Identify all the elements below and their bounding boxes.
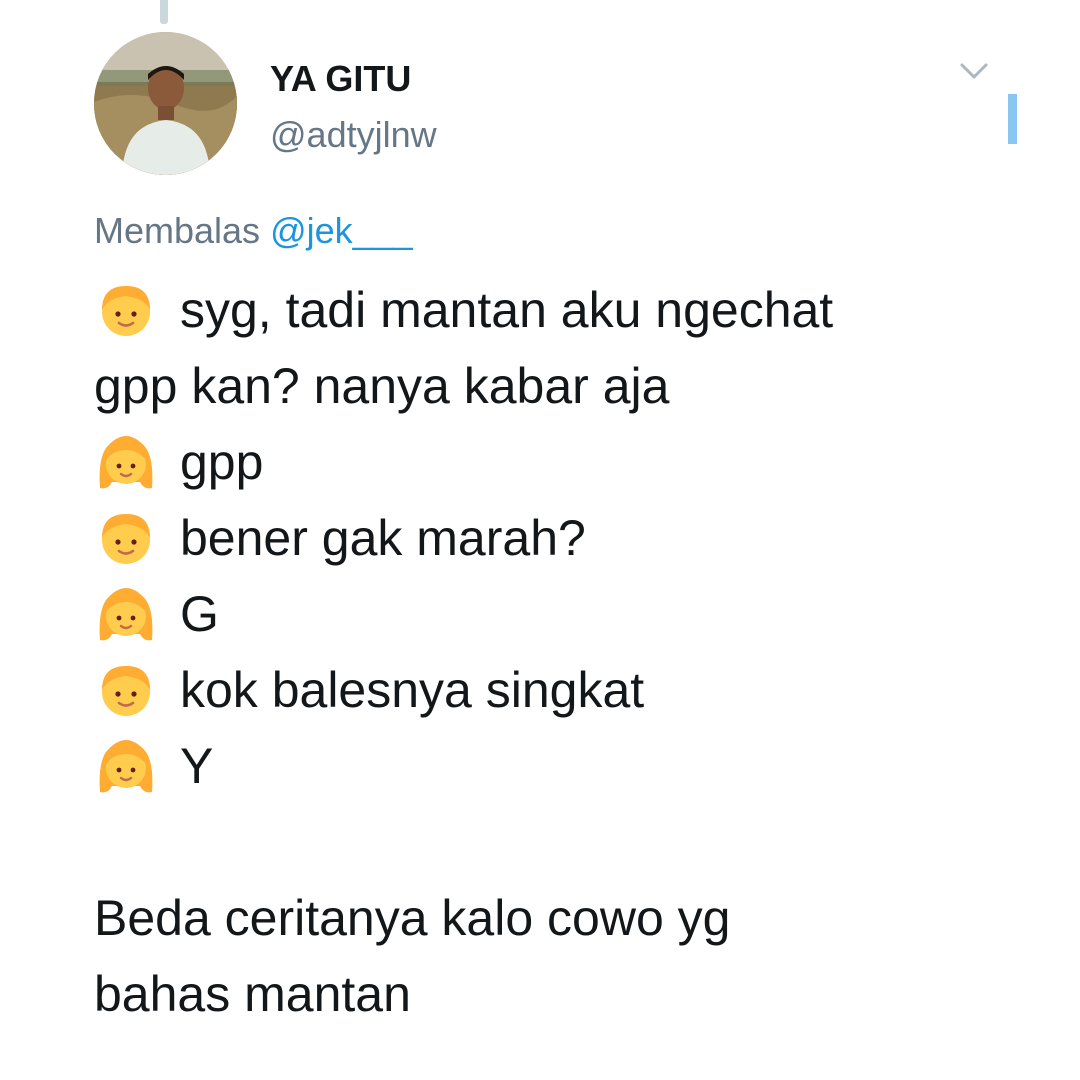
chevron-down-icon[interactable] bbox=[958, 60, 990, 82]
tweet-line: gpp kan? nanya kabar aja bbox=[94, 348, 994, 424]
girl-icon bbox=[99, 436, 153, 489]
tweet-line-text: gpp bbox=[180, 434, 264, 490]
tweet-line-text: gpp kan? nanya kabar aja bbox=[94, 358, 670, 414]
tweet-text: syg, tadi mantan aku ngechat gpp kan? na… bbox=[94, 272, 994, 1032]
user-handle[interactable]: @adtyjlnw bbox=[270, 114, 437, 156]
closing-line-text: Beda ceritanya kalo cowo yg bbox=[94, 890, 731, 946]
tweet-line: gpp bbox=[94, 424, 994, 500]
tweet-line-text: syg, tadi mantan aku ngechat bbox=[180, 282, 834, 338]
reply-prefix: Membalas bbox=[94, 210, 261, 251]
tweet-line-text: G bbox=[180, 586, 219, 642]
boy-icon bbox=[102, 286, 150, 336]
avatar-photo bbox=[94, 32, 237, 175]
boy-icon bbox=[102, 514, 150, 564]
tweet-line: G bbox=[94, 576, 994, 652]
reply-context: Membalas @jek___ bbox=[94, 210, 413, 252]
display-name[interactable]: YA GITU bbox=[270, 58, 411, 100]
scrollbar[interactable] bbox=[1008, 94, 1017, 144]
tweet-line: bener gak marah? bbox=[94, 500, 994, 576]
girl-icon bbox=[99, 740, 153, 793]
boy-icon bbox=[102, 666, 150, 716]
closing-line-text: bahas mantan bbox=[94, 966, 411, 1022]
tweet-line: bahas mantan bbox=[94, 956, 994, 1032]
tweet-line-text: bener gak marah? bbox=[180, 510, 586, 566]
girl-icon bbox=[99, 588, 153, 641]
tweet-line: kok balesnya singkat bbox=[94, 652, 994, 728]
reply-mention-link[interactable]: @jek___ bbox=[270, 210, 413, 251]
thread-connector-line bbox=[160, 0, 168, 24]
tweet-card: YA GITU @adtyjlnw Membalas @jek___ syg, … bbox=[0, 0, 1080, 1080]
tweet-line: syg, tadi mantan aku ngechat bbox=[94, 272, 994, 348]
tweet-line: Y bbox=[94, 728, 994, 804]
tweet-line-text: Y bbox=[180, 738, 214, 794]
avatar[interactable] bbox=[94, 32, 237, 175]
tweet-line: Beda ceritanya kalo cowo yg bbox=[94, 880, 994, 956]
tweet-line-text: kok balesnya singkat bbox=[180, 662, 645, 718]
